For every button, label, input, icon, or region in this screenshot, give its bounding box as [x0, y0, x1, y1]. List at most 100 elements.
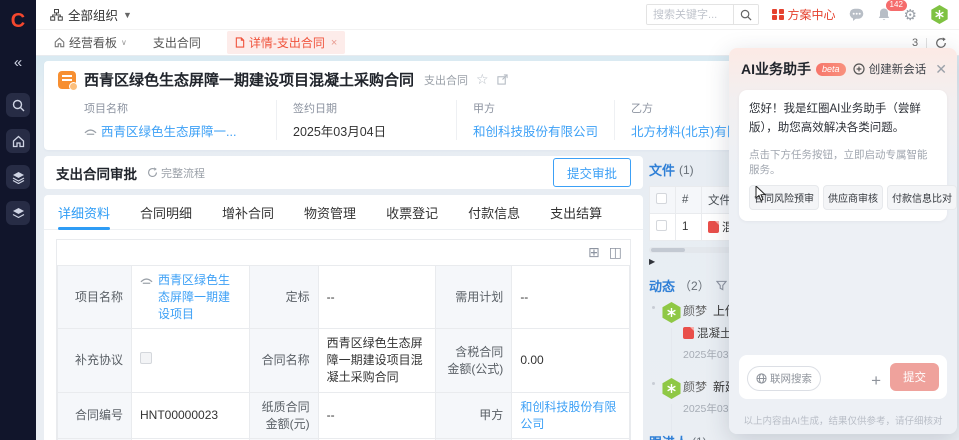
external-link-icon[interactable] — [497, 74, 508, 85]
tab-contract-items[interactable]: 合同明细 — [140, 195, 192, 230]
field-project-name: 项目名称 西青区绿色生态屏障一... — [58, 100, 276, 140]
global-search — [646, 4, 759, 25]
approval-card: 支出合同审批 完整流程 提交审批 — [44, 156, 643, 189]
notification-badge: 142 — [886, 0, 907, 11]
project-link[interactable]: 西青区绿色生态屏障一期建设项目 — [158, 272, 241, 322]
tab-dashboard-label: 经营看板 — [69, 34, 117, 51]
avatar — [661, 302, 682, 323]
rail-apps-button[interactable] — [6, 165, 30, 189]
layers-icon — [12, 171, 25, 184]
pdf-icon — [708, 221, 719, 233]
task-payment-compare-button[interactable]: 付款信息比对 — [887, 185, 957, 210]
detail-table: 项目名称 西青区绿色生态屏障一期建设项目 定标 -- 需用计划 -- — [57, 265, 630, 440]
tab-payment-info[interactable]: 付款信息 — [468, 195, 520, 230]
files-section-title: 文件 — [649, 160, 675, 179]
grid-icon — [772, 9, 784, 21]
contract-type-tag: 支出合同 — [424, 72, 468, 88]
tab-expenditure-contracts[interactable]: 支出合同 — [153, 34, 201, 51]
ai-greeting-text: 您好！我是红圈AI业务助手（尝鲜版），助您高效解决各类问题。 — [749, 100, 937, 138]
ai-hint-text: 点击下方任务按钮，立即启动专属智能服务。 — [749, 147, 937, 177]
activity-user[interactable]: 颜梦 — [683, 380, 707, 394]
messages-button[interactable] — [849, 8, 864, 22]
chevron-down-icon: ∨ — [121, 38, 127, 47]
close-icon[interactable]: ✕ — [935, 61, 947, 78]
search-submit-button[interactable] — [733, 4, 758, 25]
activity-section-title: 动态 — [649, 276, 675, 295]
layers-icon — [12, 207, 25, 220]
chevron-down-icon: ▼ — [123, 10, 132, 20]
solution-center-link[interactable]: 方案中心 — [772, 6, 836, 23]
files-col-num: # — [676, 187, 702, 214]
collapse-sidebar-icon[interactable]: « — [14, 54, 22, 71]
org-tree-icon — [50, 9, 63, 21]
app-logo[interactable]: C — [11, 6, 25, 40]
submit-approval-button[interactable]: 提交审批 — [553, 158, 631, 187]
notifications-button[interactable]: 142 — [877, 7, 891, 22]
refresh-icon[interactable] — [935, 37, 947, 49]
detail-card: 详细资料 合同明细 增补合同 物资管理 收票登记 付款信息 支出结算 ⊞ ◫ — [44, 195, 643, 440]
files-horizontal-scrollbar[interactable] — [649, 247, 733, 253]
tab-invoice-register[interactable]: 收票登记 — [386, 195, 438, 230]
full-flow-link[interactable]: 完整流程 — [147, 165, 205, 181]
table-row: 补充协议 合同名称 西青区绿色生态屏障一期建设项目混凝土采购合同 含税合同金额(… — [58, 329, 630, 392]
pdf-icon — [683, 327, 694, 339]
tab-dashboard[interactable]: 经营看板 ∨ — [54, 34, 127, 51]
org-selector-label: 全部组织 — [68, 5, 118, 24]
field-party-a: 甲方 和创科技股份有限公司 — [456, 100, 614, 140]
project-icon — [84, 126, 97, 136]
tab-count: 3 — [912, 37, 918, 49]
filter-icon[interactable] — [716, 280, 727, 291]
star-icon[interactable]: ☆ — [476, 71, 489, 88]
attach-plus-icon[interactable]: + — [871, 371, 881, 391]
new-session-button[interactable]: 创建新会话 — [853, 61, 927, 77]
activity-user[interactable]: 颜梦 — [683, 304, 707, 318]
file-icon — [235, 37, 245, 48]
tab-contract-detail[interactable]: 详情-支出合同 × — [227, 31, 345, 54]
project-icon — [140, 275, 153, 285]
home-icon — [12, 135, 25, 148]
ai-panel-title: AI业务助手 — [741, 59, 811, 79]
web-search-toggle[interactable]: 联网搜索 — [747, 366, 821, 391]
file-checkbox[interactable] — [656, 220, 667, 231]
rail-search-button[interactable] — [6, 93, 30, 117]
new-session-icon — [853, 63, 865, 75]
comment-icon — [849, 8, 864, 22]
tab-detail-info[interactable]: 详细资料 — [58, 195, 110, 230]
left-rail: C « — [0, 0, 36, 440]
top-bar: 全部组织 ▼ 方案中心 142 ⚙ — [36, 0, 959, 30]
task-contract-risk-button[interactable]: 合同风险预审 — [749, 185, 819, 210]
globe-icon — [756, 373, 767, 384]
close-tab-icon[interactable]: × — [331, 37, 337, 49]
supplement-checkbox[interactable] — [140, 352, 152, 364]
party-a-link[interactable]: 和创科技股份有限公司 — [473, 121, 598, 140]
activity-count: （2） — [679, 277, 710, 294]
party-a-link[interactable]: 和创科技股份有限公司 — [520, 400, 616, 431]
tab-supplement-contract[interactable]: 增补合同 — [222, 195, 274, 230]
ai-input-box[interactable]: 联网搜索 + 提交 — [739, 355, 947, 399]
detail-tabs: 详细资料 合同明细 增补合同 物资管理 收票登记 付款信息 支出结算 — [44, 195, 643, 230]
avatar[interactable] — [930, 5, 949, 24]
beta-badge: beta — [816, 63, 846, 76]
project-name-link[interactable]: 西青区绿色生态屏障一... — [101, 121, 236, 140]
ai-disclaimer: 以上内容由AI生成，结果仅供参考，请仔细核对 — [729, 407, 957, 434]
select-all-checkbox[interactable] — [656, 193, 667, 204]
tab-material-mgmt[interactable]: 物资管理 — [304, 195, 356, 230]
home-icon — [54, 37, 65, 48]
rail-home-button[interactable] — [6, 129, 30, 153]
divider: | — [925, 37, 928, 49]
ai-assistant-panel: AI业务助手 beta 创建新会话 ✕ 您好！我是红圈AI业务助手（尝鲜版），助… — [729, 48, 957, 434]
org-selector[interactable]: 全部组织 ▼ — [50, 5, 132, 24]
tab-expense-settlement[interactable]: 支出结算 — [550, 195, 602, 230]
detail-table-wrap: ⊞ ◫ 项目名称 西青区绿色生态屏障一期建设项目 定标 — [56, 239, 631, 440]
ai-submit-button[interactable]: 提交 — [890, 363, 939, 391]
task-supplier-audit-button[interactable]: 供应商审核 — [823, 185, 883, 210]
rail-modules-button[interactable] — [6, 201, 30, 225]
avatar — [661, 378, 682, 399]
page-title: 西青区绿色生态屏障一期建设项目混凝土采购合同 — [84, 69, 414, 90]
table-view-icon[interactable]: ⊞ — [588, 244, 600, 261]
approval-title: 支出合同审批 — [56, 163, 137, 183]
table-row: 项目名称 西青区绿色生态屏障一期建设项目 定标 -- 需用计划 -- — [58, 266, 630, 329]
column-settings-icon[interactable]: ◫ — [609, 244, 622, 261]
ai-greeting-card: 您好！我是红圈AI业务助手（尝鲜版），助您高效解决各类问题。 点击下方任务按钮，… — [739, 90, 947, 221]
global-search-input[interactable] — [647, 5, 733, 24]
